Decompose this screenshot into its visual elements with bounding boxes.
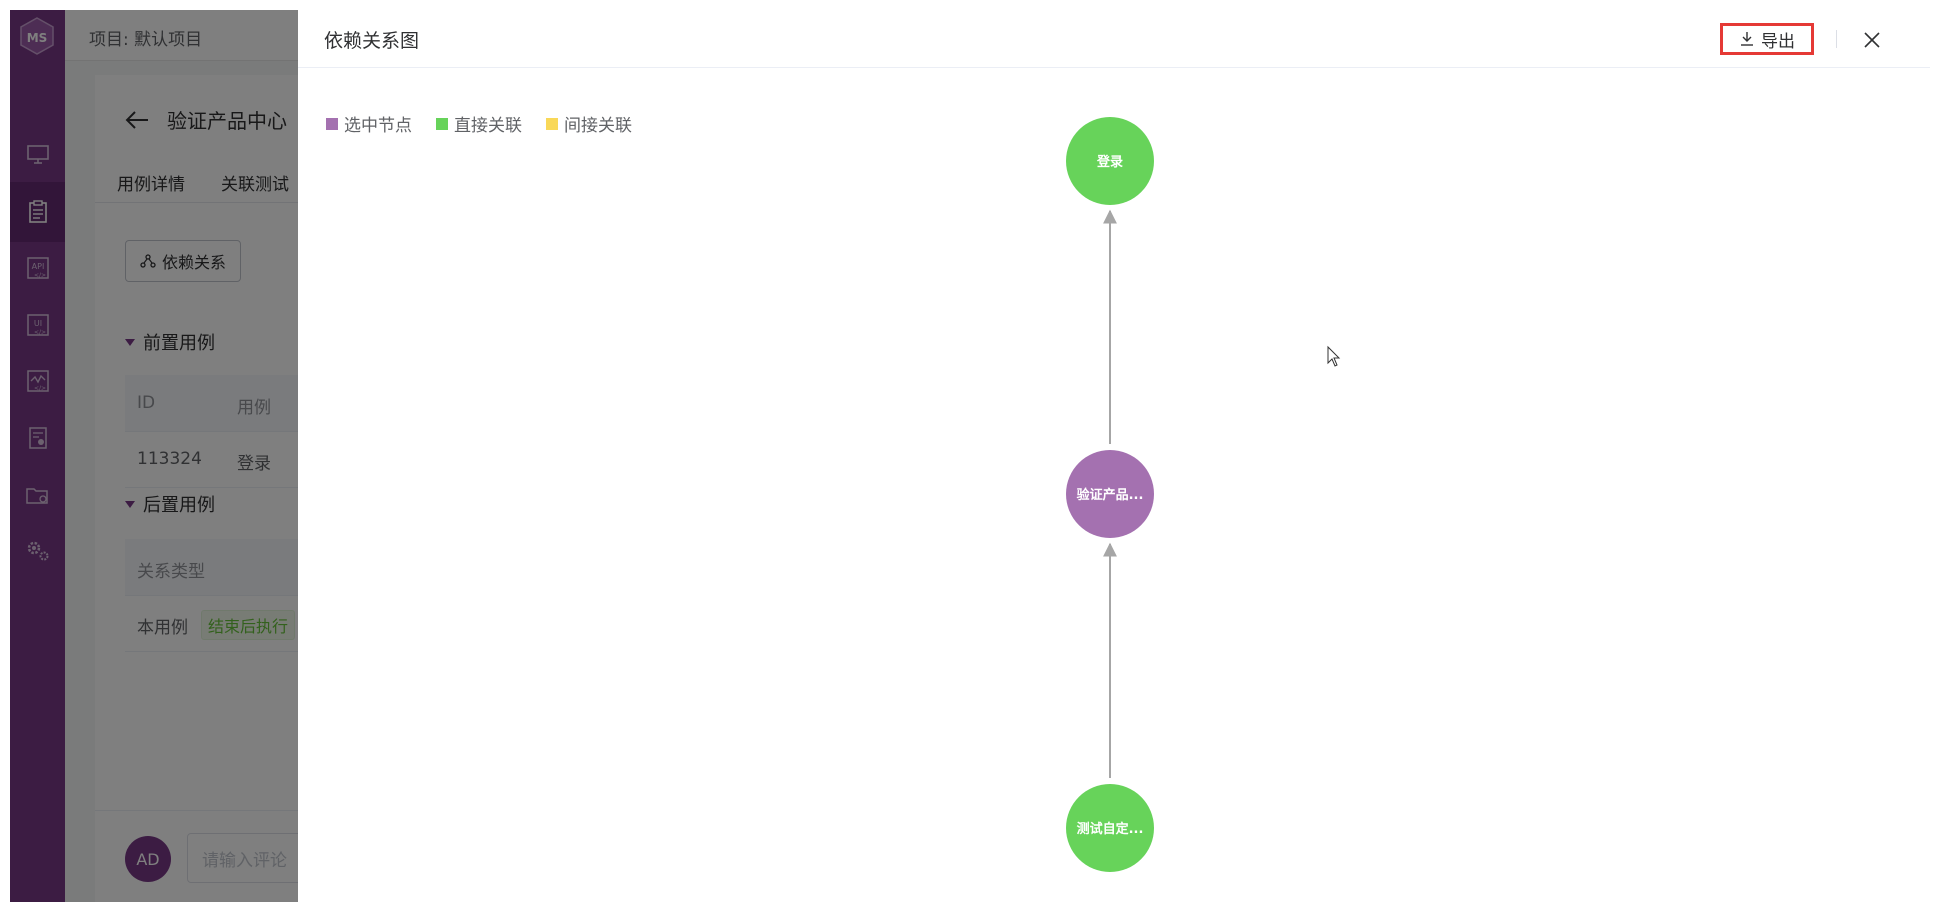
export-button[interactable]: 导出 <box>1720 23 1814 55</box>
node-label: 测试自定... <box>1077 821 1144 837</box>
close-button[interactable] <box>1860 28 1884 52</box>
app-window: MS API</> UI</> </> 项目: 默认项目 <box>10 10 1930 902</box>
drawer-title: 依赖关系图 <box>324 30 420 52</box>
dependency-graph-drawer: 依赖关系图 导出 选中节点 直接关联 间接关联 登录 验证产品... 测试自定.… <box>298 10 1930 902</box>
close-icon <box>1864 32 1880 48</box>
header-divider <box>1836 30 1837 48</box>
download-icon <box>1741 32 1753 46</box>
mouse-cursor-icon <box>1327 345 1341 367</box>
drawer-header: 依赖关系图 导出 <box>298 10 1930 68</box>
graph-node-selected[interactable]: 验证产品... <box>1066 450 1154 538</box>
export-button-label: 导出 <box>1761 31 1795 52</box>
drawer-scrollbar[interactable] <box>1918 67 1926 899</box>
graph-node-custom-test[interactable]: 测试自定... <box>1066 784 1154 872</box>
node-label: 登录 <box>1096 154 1123 170</box>
dependency-graph[interactable]: 登录 验证产品... 测试自定... <box>298 67 1930 902</box>
graph-node-login[interactable]: 登录 <box>1066 117 1154 205</box>
node-label: 验证产品... <box>1077 487 1144 503</box>
